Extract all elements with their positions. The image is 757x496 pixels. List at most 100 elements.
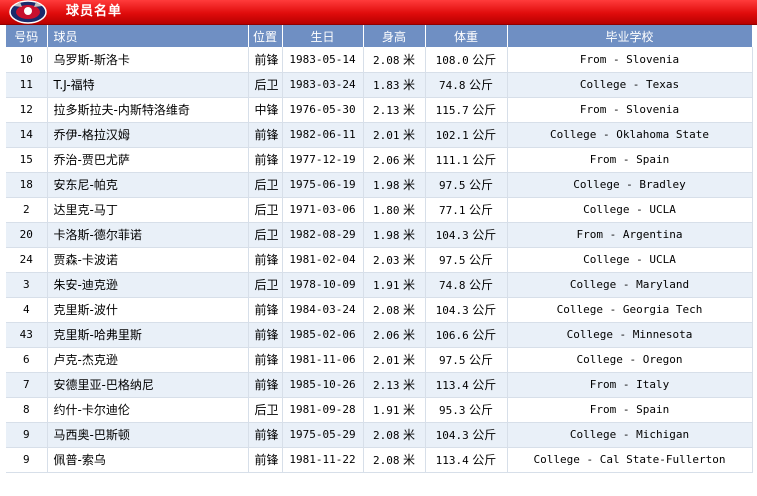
player-name-link-cell[interactable]: T.J-福特 bbox=[47, 72, 249, 98]
player-name-link[interactable]: 朱安-迪克逊 bbox=[54, 278, 118, 292]
player-weight: 115.7 bbox=[435, 104, 469, 117]
player-position: 前锋 bbox=[254, 52, 279, 67]
roster-body: 10 乌罗斯-斯洛卡 前锋 1983-05-14 2.08 米 108.0 公斤 From … bbox=[6, 47, 753, 473]
player-name-link-cell[interactable]: 达里克-马丁 bbox=[47, 197, 249, 223]
player-birthday-cell: 1971-03-06 bbox=[282, 197, 364, 223]
player-name-link-cell[interactable]: 约什-卡尔迪伦 bbox=[47, 397, 249, 423]
header-school: 毕业学校 bbox=[507, 25, 753, 47]
player-school: College - UCLA bbox=[583, 253, 676, 266]
player-number-cell: 15 bbox=[6, 147, 48, 173]
player-birthday-cell: 1977-12-19 bbox=[282, 147, 364, 173]
table-row: 9 佩普-索乌 前锋 1981-11-22 2.08 米 113.4 公斤 College … bbox=[6, 447, 753, 473]
player-birthday: 1981-11-06 bbox=[289, 353, 356, 366]
player-school: From - Slovenia bbox=[579, 52, 680, 66]
player-name-link[interactable]: 约什-卡尔迪伦 bbox=[54, 403, 130, 417]
player-position-cell: 中锋 bbox=[248, 97, 283, 123]
player-school: From - Italy bbox=[589, 378, 670, 391]
player-name-link[interactable]: 卡洛斯-德尔菲诺 bbox=[54, 228, 142, 242]
player-weight-cell: 108.0 公斤 bbox=[425, 47, 508, 73]
player-number: 3 bbox=[22, 278, 30, 291]
player-height-cell: 1.98 米 bbox=[363, 222, 426, 248]
player-name-link-cell[interactable]: 乔伊-格拉汉姆 bbox=[47, 122, 249, 148]
player-name-link[interactable]: 克里斯-波什 bbox=[54, 303, 118, 317]
table-row: 2 达里克-马丁 后卫 1971-03-06 1.80 米 77.1 公斤 College … bbox=[6, 197, 753, 223]
player-name-link[interactable]: 拉多斯拉夫-内斯特洛维奇 bbox=[54, 103, 190, 117]
player-weight-cell: 97.5 公斤 bbox=[425, 172, 508, 198]
player-name-link-cell[interactable]: 朱安-迪克逊 bbox=[47, 272, 249, 298]
player-name-link-cell[interactable]: 安德里亚-巴格纳尼 bbox=[47, 372, 249, 398]
player-height-unit: 米 bbox=[402, 303, 415, 317]
player-height-cell: 1.98 米 bbox=[363, 172, 426, 198]
player-name-link-cell[interactable]: 乔治-贾巴尤萨 bbox=[47, 147, 249, 173]
player-name-link[interactable]: T.J-福特 bbox=[54, 78, 95, 92]
player-school-cell: College - Cal State-Fullerton bbox=[507, 447, 753, 473]
player-name-link[interactable]: 马西奥-巴斯顿 bbox=[54, 428, 130, 442]
player-number: 7 bbox=[22, 378, 30, 391]
player-name-link-cell[interactable]: 贾森-卡波诺 bbox=[47, 247, 249, 273]
player-school-cell: College - Bradley bbox=[507, 172, 753, 198]
player-name-link[interactable]: 贾森-卡波诺 bbox=[54, 253, 118, 267]
player-weight-cell: 102.1 公斤 bbox=[425, 122, 508, 148]
player-birthday-cell: 1975-05-29 bbox=[282, 422, 364, 448]
player-school: College - Oklahoma State bbox=[550, 128, 709, 141]
player-weight: 104.3 bbox=[435, 304, 469, 317]
player-name-link-cell[interactable]: 卡洛斯-德尔菲诺 bbox=[47, 222, 249, 248]
player-number-cell: 10 bbox=[6, 47, 48, 73]
header-height: 身高 bbox=[363, 25, 426, 47]
player-number: 9 bbox=[22, 428, 30, 441]
player-name-link-cell[interactable]: 乌罗斯-斯洛卡 bbox=[47, 47, 249, 73]
player-name-link-cell[interactable]: 克里斯-波什 bbox=[47, 297, 249, 323]
player-height-unit: 米 bbox=[402, 228, 415, 242]
table-row: 14 乔伊-格拉汉姆 前锋 1982-06-11 2.01 米 102.1 公斤 Colle… bbox=[6, 122, 753, 148]
player-birthday-cell: 1978-10-09 bbox=[282, 272, 364, 298]
player-weight-unit: 公斤 bbox=[468, 278, 493, 292]
player-weight-unit: 公斤 bbox=[468, 403, 493, 417]
player-name-link-cell[interactable]: 卢克-杰克逊 bbox=[47, 347, 249, 373]
roster-table: 号码 球员 位置 生日 身高 体重 毕业学校 10 乌罗斯-斯洛卡 前锋 1983-0… bbox=[6, 25, 753, 473]
player-weight: 113.4 bbox=[435, 379, 469, 392]
player-position: 前锋 bbox=[254, 128, 279, 142]
player-weight: 104.3 bbox=[435, 429, 469, 442]
player-position-cell: 前锋 bbox=[248, 297, 283, 323]
player-name-link[interactable]: 卢克-杰克逊 bbox=[54, 353, 118, 367]
player-height-unit: 米 bbox=[402, 203, 415, 217]
player-name-link[interactable]: 佩普-索乌 bbox=[54, 453, 106, 467]
player-school-cell: College - UCLA bbox=[507, 247, 753, 273]
player-birthday-cell: 1985-02-06 bbox=[282, 322, 364, 348]
player-school: College - Michigan bbox=[569, 428, 690, 441]
player-height-unit: 米 bbox=[402, 153, 415, 167]
table-row: 9 马西奥-巴斯顿 前锋 1975-05-29 2.08 米 104.3 公斤 Colleg… bbox=[6, 422, 753, 448]
player-position-cell: 后卫 bbox=[248, 72, 283, 98]
player-name-link[interactable]: 乌罗斯-斯洛卡 bbox=[54, 53, 130, 67]
player-name-link-cell[interactable]: 拉多斯拉夫-内斯特洛维奇 bbox=[47, 97, 249, 123]
player-name-link[interactable]: 安德里亚-巴格纳尼 bbox=[54, 378, 154, 392]
player-name-link[interactable]: 达里克-马丁 bbox=[54, 203, 118, 217]
player-height-cell: 2.06 米 bbox=[363, 322, 426, 348]
player-name-link[interactable]: 乔治-贾巴尤萨 bbox=[54, 153, 130, 167]
player-height: 2.13 bbox=[372, 104, 400, 117]
player-name-link[interactable]: 克里斯-哈弗里斯 bbox=[54, 328, 142, 342]
player-weight-cell: 104.3 公斤 bbox=[425, 222, 508, 248]
player-number-cell: 8 bbox=[6, 397, 48, 423]
player-school-cell: From - Spain bbox=[507, 147, 753, 173]
player-name-link[interactable]: 安东尼-帕克 bbox=[54, 178, 118, 192]
player-name-link-cell[interactable]: 安东尼-帕克 bbox=[47, 172, 249, 198]
player-number-cell: 11 bbox=[6, 72, 48, 98]
player-birthday: 1985-02-06 bbox=[289, 328, 356, 341]
player-number: 4 bbox=[22, 303, 30, 316]
player-name-link-cell[interactable]: 克里斯-哈弗里斯 bbox=[47, 322, 249, 348]
player-birthday: 1982-08-29 bbox=[289, 228, 356, 241]
roster-table-container: 号码 球员 位置 生日 身高 体重 毕业学校 10 乌罗斯-斯洛卡 前锋 1983-0… bbox=[6, 25, 753, 473]
player-weight-cell: 95.3 公斤 bbox=[425, 397, 508, 423]
player-name-link[interactable]: 乔伊-格拉汉姆 bbox=[54, 128, 130, 142]
player-number: 11 bbox=[19, 78, 33, 91]
player-name-link-cell[interactable]: 马西奥-巴斯顿 bbox=[47, 422, 249, 448]
player-school-cell: College - UCLA bbox=[507, 197, 753, 223]
player-height-unit: 米 bbox=[402, 428, 415, 442]
player-name-link-cell[interactable]: 佩普-索乌 bbox=[47, 447, 249, 473]
page-title: 球员名单 bbox=[66, 4, 123, 19]
player-birthday-cell: 1983-05-14 bbox=[282, 47, 364, 73]
player-weight: 108.0 bbox=[435, 53, 469, 67]
player-height-unit: 米 bbox=[402, 253, 415, 267]
player-height-cell: 1.91 米 bbox=[363, 397, 426, 423]
